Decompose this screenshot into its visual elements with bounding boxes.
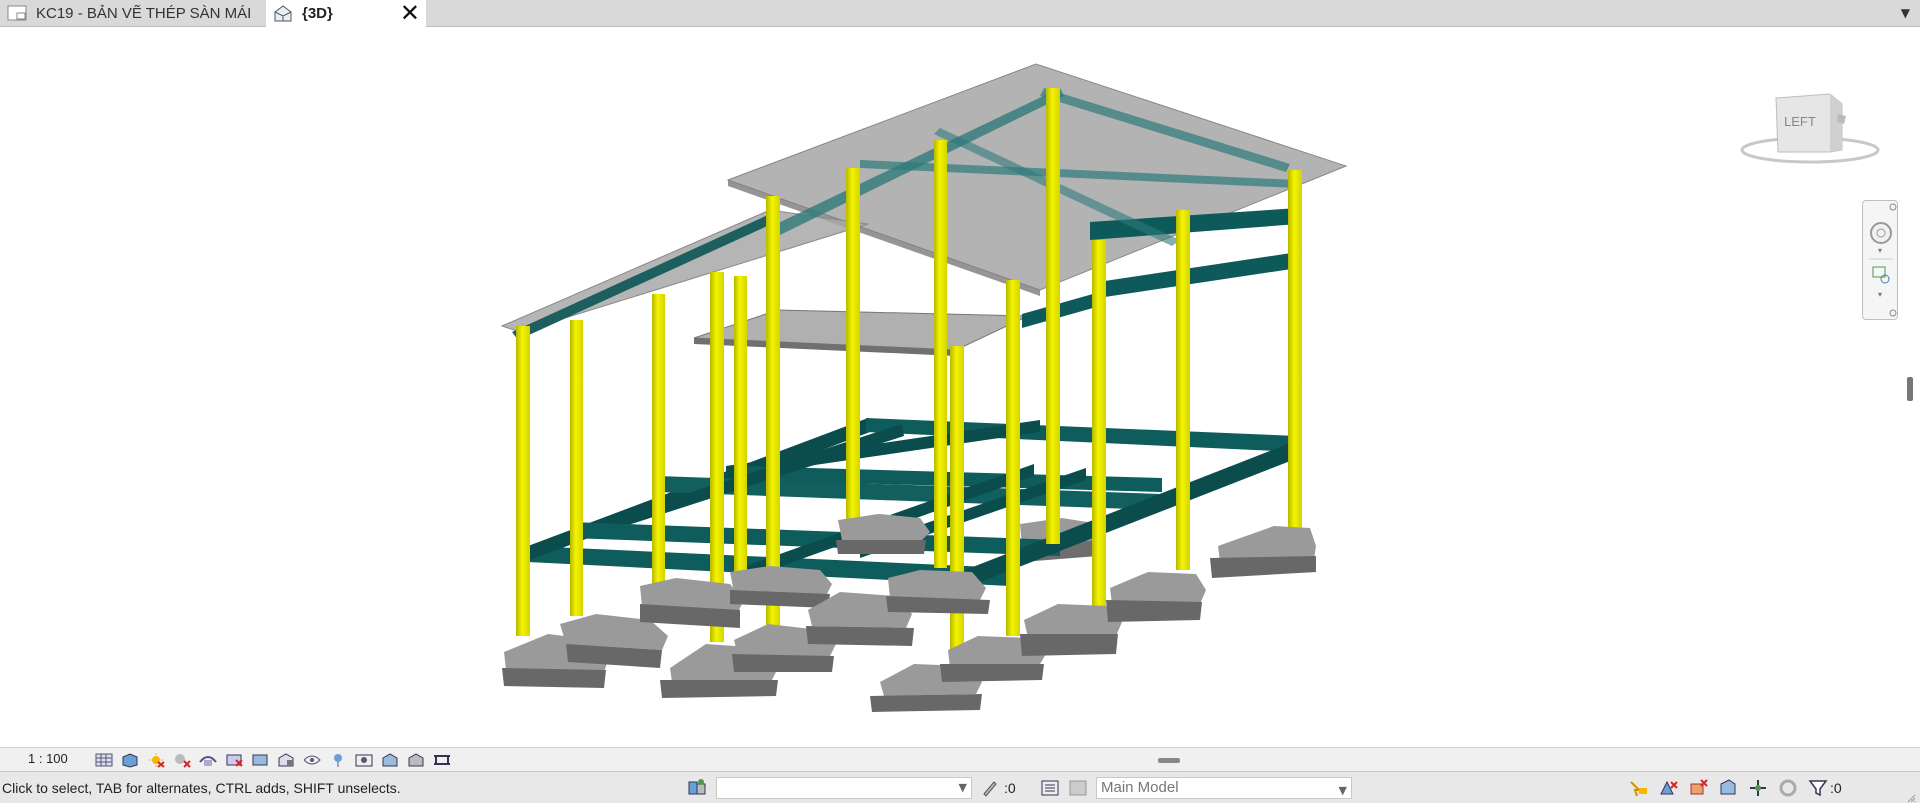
crop-view-icon[interactable] — [222, 750, 246, 770]
navigation-bar: ▾ ▾ — [1862, 200, 1898, 320]
footing — [1106, 572, 1206, 622]
worksets-icon[interactable] — [686, 778, 708, 798]
scroll-thumb[interactable] — [1907, 377, 1913, 401]
structural-model — [500, 63, 1348, 712]
resize-grip-icon[interactable] — [1906, 790, 1916, 803]
footing — [730, 566, 832, 608]
chevron-down-icon: ▼ — [958, 781, 967, 794]
close-icon[interactable]: ✕ — [400, 1, 420, 25]
lock-3d-view-icon[interactable] — [274, 750, 298, 770]
view-control-icons — [92, 750, 454, 770]
status-message: Click to select, TAB for alternates, CTR… — [2, 780, 401, 796]
reveal-constraints-icon[interactable] — [430, 750, 454, 770]
footings-front — [502, 514, 1316, 712]
zoom-region-icon[interactable] — [1872, 266, 1890, 284]
editable-only-icon[interactable] — [980, 778, 998, 798]
footing — [886, 570, 990, 614]
svg-text:▾: ▾ — [1878, 246, 1882, 255]
render-icon[interactable] — [196, 750, 220, 770]
editable-design-option-icon[interactable] — [1068, 778, 1088, 798]
svg-text:▾: ▾ — [1878, 290, 1882, 299]
temporary-hide-icon[interactable] — [300, 750, 324, 770]
editable-count: :0 — [1004, 780, 1016, 796]
design-option-value: Main Model — [1101, 779, 1179, 796]
tab-3d-view[interactable]: {3D} ✕ — [266, 0, 426, 27]
tab-label: {3D} — [302, 5, 333, 22]
show-crop-region-icon[interactable] — [248, 750, 272, 770]
footing — [640, 578, 744, 628]
workset-dropdown[interactable]: ▼ — [716, 777, 972, 799]
tab-label: KC19 - BẢN VẼ THÉP SÀN MÁI — [36, 5, 252, 22]
3d-view-canvas[interactable] — [0, 27, 1900, 747]
status-bar: Click to select, TAB for alternates, CTR… — [0, 771, 1920, 803]
view-cube[interactable]: LEFT — [1738, 88, 1884, 176]
footing — [836, 514, 930, 554]
shadows-off-icon[interactable] — [170, 750, 194, 770]
footing — [1210, 526, 1316, 578]
select-pinned-icon[interactable] — [1686, 778, 1710, 798]
select-by-face-icon[interactable] — [1716, 778, 1740, 798]
temporary-view-properties-icon[interactable] — [352, 750, 376, 770]
vertical-scrollbar[interactable] — [1904, 27, 1920, 747]
footing — [1020, 604, 1122, 656]
sun-path-icon[interactable] — [144, 750, 168, 770]
reveal-hidden-icon[interactable] — [326, 750, 350, 770]
tab-list-dropdown-icon[interactable]: ▼ — [1901, 6, 1910, 20]
tab-sheet-kc19[interactable]: KC19 - BẢN VẼ THÉP SÀN MÁI — [0, 0, 266, 27]
visual-style-icon[interactable] — [118, 750, 142, 770]
select-links-icon[interactable] — [1626, 778, 1650, 798]
steering-wheel-icon[interactable] — [1870, 222, 1892, 244]
detail-level-icon[interactable] — [92, 750, 116, 770]
design-option-dropdown[interactable]: Main Model ▼ — [1096, 777, 1352, 799]
chevron-down-icon: ▼ — [1338, 784, 1347, 797]
analytical-model-icon[interactable] — [378, 750, 402, 770]
view-control-bar: 1 : 100 — [0, 747, 1920, 771]
horizontal-scroll-thumb[interactable] — [1158, 758, 1180, 763]
background-processes-icon[interactable] — [1776, 778, 1800, 798]
drag-on-selection-icon[interactable] — [1746, 778, 1770, 798]
view-scale[interactable]: 1 : 100 — [28, 751, 68, 766]
filter-count: :0 — [1830, 780, 1842, 796]
select-underlay-icon[interactable] — [1656, 778, 1680, 798]
design-options-icon[interactable] — [1040, 778, 1060, 798]
3d-house-icon — [272, 4, 294, 24]
viewcube-face-label: LEFT — [1784, 114, 1816, 129]
view-tab-bar: KC19 - BẢN VẼ THÉP SÀN MÁI {3D} ✕ ▼ — [0, 0, 1920, 27]
sheet-icon — [6, 4, 28, 24]
selection-toggles — [1626, 778, 1830, 798]
highlight-displacement-icon[interactable] — [404, 750, 428, 770]
filter-icon[interactable] — [1806, 778, 1830, 798]
